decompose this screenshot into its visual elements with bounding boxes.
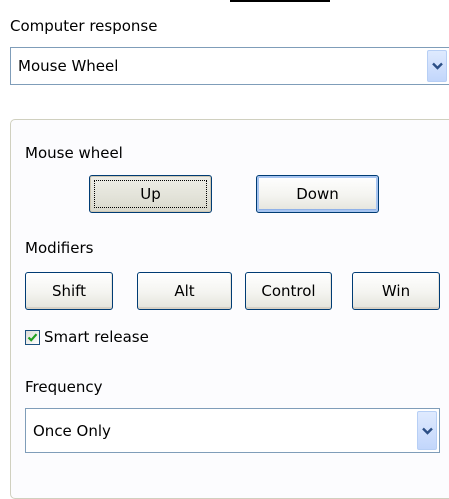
win-label: Win: [381, 282, 411, 300]
chevron-down-icon: [421, 427, 433, 435]
shift-button[interactable]: Shift: [25, 272, 113, 310]
computer-response-dropdown-button[interactable]: [427, 50, 447, 82]
frequency-select[interactable]: Once Only: [25, 408, 440, 453]
frequency-label: Frequency: [25, 378, 103, 396]
frequency-value: Once Only: [33, 421, 111, 440]
computer-response-label: Computer response: [10, 17, 158, 35]
smart-release-checkbox[interactable]: [25, 330, 40, 345]
control-label: Control: [261, 282, 316, 300]
smart-release-label[interactable]: Smart release: [44, 327, 149, 347]
win-button[interactable]: Win: [352, 272, 440, 310]
control-button[interactable]: Control: [245, 272, 332, 310]
mouse-wheel-label: Mouse wheel: [25, 144, 123, 162]
shift-label: Shift: [51, 282, 87, 300]
modifiers-label: Modifiers: [25, 239, 94, 257]
wheel-down-label: Down: [296, 185, 339, 203]
top-divider: [230, 0, 330, 2]
frequency-dropdown-button[interactable]: [417, 411, 437, 450]
alt-label: Alt: [174, 282, 195, 300]
computer-response-value: Mouse Wheel: [18, 57, 119, 75]
wheel-up-button[interactable]: Up: [89, 175, 212, 213]
checkmark-icon: [27, 333, 38, 342]
wheel-down-button[interactable]: Down: [256, 175, 379, 213]
wheel-up-label: Up: [140, 185, 161, 203]
alt-button[interactable]: Alt: [137, 272, 232, 310]
chevron-down-icon: [431, 62, 443, 70]
computer-response-select[interactable]: Mouse Wheel: [10, 47, 449, 85]
